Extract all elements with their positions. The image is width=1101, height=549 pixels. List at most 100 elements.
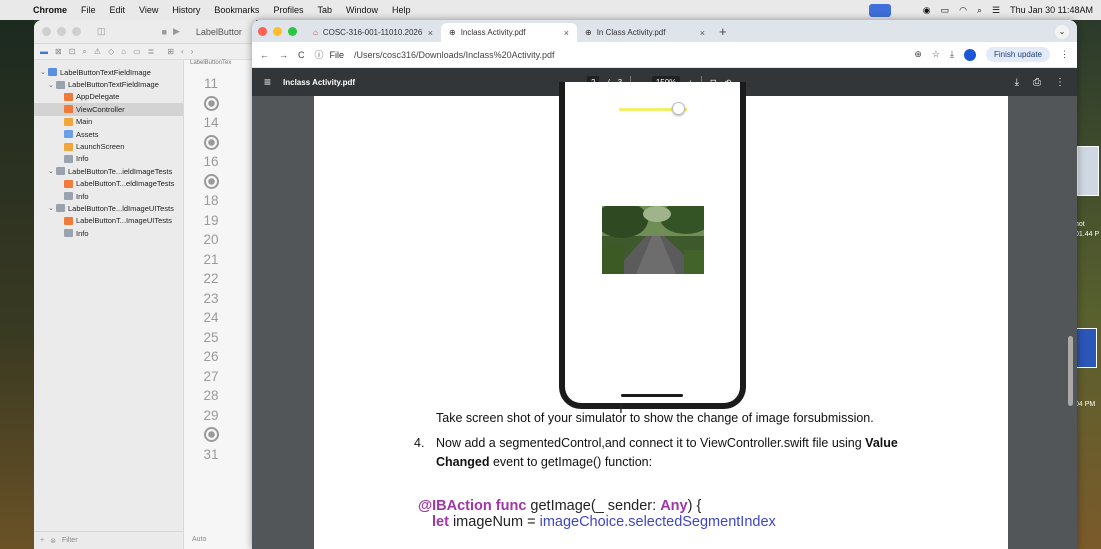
forward-icon[interactable]: → bbox=[279, 50, 288, 60]
menu-profiles[interactable]: Profiles bbox=[266, 5, 310, 15]
line-number: 27 bbox=[203, 368, 219, 384]
close-icon[interactable] bbox=[42, 27, 51, 36]
disclosure-chevron-icon[interactable]: ⌄ bbox=[48, 81, 56, 89]
disclosure-chevron-icon[interactable]: ⌄ bbox=[48, 167, 56, 175]
plist-file-icon bbox=[64, 154, 73, 163]
navigator-item[interactable]: ⌄ LabelButtonTe...ieldImageTests bbox=[34, 165, 183, 177]
hamburger-menu-icon[interactable]: ≡ bbox=[264, 75, 271, 89]
code-fn: getImage(_ sender: bbox=[526, 498, 661, 514]
debug-icon[interactable]: ⌂ bbox=[121, 47, 126, 56]
reload-icon[interactable]: C bbox=[298, 50, 305, 60]
menu-clock[interactable]: Thu Jan 30 11:48AM bbox=[1010, 5, 1093, 15]
navigator-item[interactable]: Info bbox=[34, 190, 183, 202]
breakpoints-icon[interactable]: ▭ bbox=[133, 47, 141, 56]
add-icon[interactable]: + bbox=[40, 537, 44, 544]
forward-icon[interactable]: › bbox=[191, 47, 194, 56]
pdf-viewport[interactable]: I Take screen shot of your simulator to … bbox=[252, 82, 1077, 549]
back-icon[interactable]: ← bbox=[260, 50, 269, 60]
control-center-icon[interactable]: ☰ bbox=[992, 5, 1000, 16]
grid-icon[interactable]: ⊞ bbox=[167, 47, 174, 56]
bookmark-star-icon[interactable]: ☆ bbox=[932, 49, 940, 60]
stop-icon[interactable]: ■ bbox=[162, 27, 167, 37]
menu-help[interactable]: Help bbox=[385, 5, 418, 15]
source-control-icon[interactable]: ⊠ bbox=[55, 47, 62, 56]
find-icon[interactable]: ⌕ bbox=[82, 47, 86, 57]
zoom-icon[interactable]: ⊕ bbox=[914, 49, 922, 60]
code-end: ) { bbox=[687, 498, 702, 514]
print-icon[interactable]: ⎙ bbox=[1033, 77, 1041, 88]
navigator-item[interactable]: ⌄ LabelButtonTe...ldImageUITests bbox=[34, 202, 183, 214]
editor-tab[interactable]: LabelButtonTex bbox=[184, 60, 256, 72]
tab-close-icon[interactable]: × bbox=[428, 28, 433, 38]
menu-tab[interactable]: Tab bbox=[310, 5, 339, 15]
symbols-icon[interactable]: ⊡ bbox=[69, 47, 76, 56]
finish-update-button[interactable]: Finish update bbox=[985, 47, 1050, 62]
close-icon[interactable] bbox=[258, 26, 267, 36]
battery-icon[interactable]: ▭ bbox=[941, 5, 950, 16]
download-icon[interactable]: ⤓ bbox=[950, 49, 954, 60]
navigator-item-label: Assets bbox=[76, 129, 99, 139]
pdf-scrollbar[interactable] bbox=[1068, 96, 1073, 549]
profile-avatar[interactable] bbox=[963, 48, 976, 61]
navigator-item[interactable]: ⌄ LabelButtonTextFieldImage bbox=[34, 78, 183, 90]
menu-bookmarks[interactable]: Bookmarks bbox=[207, 5, 266, 15]
desktop-file-thumbnail[interactable] bbox=[1077, 146, 1099, 196]
navigator-item[interactable]: AppDelegate bbox=[34, 91, 183, 103]
breakpoint-marker-icon bbox=[184, 174, 238, 192]
run-icon[interactable]: ▶ bbox=[173, 26, 180, 37]
new-tab-button[interactable]: + bbox=[713, 24, 735, 42]
tab-cosc[interactable]: ⌂ COSC-316-001-11010.20261 × bbox=[305, 23, 441, 42]
menu-history[interactable]: History bbox=[165, 5, 207, 15]
navigator-item-label: LabelButtonTextFieldImage bbox=[60, 67, 151, 77]
navigator-item[interactable]: LabelButtonT...ImageUITests bbox=[34, 215, 183, 227]
filter-input[interactable]: Filter bbox=[62, 537, 78, 544]
minimize-icon[interactable] bbox=[273, 26, 282, 36]
disclosure-chevron-icon[interactable]: ⌄ bbox=[40, 68, 48, 76]
more-menu-icon[interactable]: ⋮ bbox=[1060, 49, 1069, 60]
navigator-item[interactable]: ViewController bbox=[34, 103, 183, 116]
tab-close-icon[interactable]: × bbox=[700, 28, 705, 38]
pdf-doc-title: Inclass Activity.pdf bbox=[283, 77, 356, 87]
navigator-item[interactable]: Main bbox=[34, 116, 183, 128]
scrollbar-thumb[interactable] bbox=[1068, 336, 1073, 406]
step-text-bold: Value bbox=[865, 436, 898, 450]
xcode-scheme[interactable]: LabelButtor bbox=[196, 27, 242, 37]
tab-title: In Class Activity.pdf bbox=[596, 28, 666, 37]
navigator-item[interactable]: ⌄ LabelButtonTextFieldImage bbox=[34, 66, 183, 78]
navigator-item[interactable]: Assets bbox=[34, 128, 183, 140]
wifi-icon[interactable]: ◠ bbox=[959, 5, 967, 16]
screen-mirroring-icon[interactable] bbox=[868, 3, 891, 17]
reports-icon[interactable]: ≣ bbox=[148, 47, 155, 56]
zoom-icon[interactable] bbox=[72, 27, 81, 36]
back-icon[interactable]: ‹ bbox=[181, 47, 184, 56]
filter-icon[interactable]: ⊜ bbox=[50, 537, 56, 545]
menu-view[interactable]: View bbox=[132, 5, 165, 15]
tab-inclass-activity[interactable]: ⊕ Inclass Activity.pdf × bbox=[441, 23, 577, 42]
navigator-item[interactable]: LabelButtonT...eldImageTests bbox=[34, 178, 183, 190]
tests-icon[interactable]: ◇ bbox=[108, 47, 114, 56]
desktop-file-thumbnail[interactable] bbox=[1075, 328, 1097, 368]
navigator-toolbar: ▬ ⊠ ⊡ ⌕ ⚠ ◇ ⌂ ▭ ≣ ⊞ ‹ › bbox=[34, 44, 256, 60]
issues-icon[interactable]: ⚠ bbox=[94, 47, 101, 56]
tab-in-class-activity[interactable]: ⊕ In Class Activity.pdf × bbox=[577, 23, 713, 42]
navigator-item[interactable]: LaunchScreen bbox=[34, 140, 183, 152]
menu-edit[interactable]: Edit bbox=[103, 5, 133, 15]
sidebar-toggle-icon[interactable]: ◫ bbox=[97, 26, 106, 37]
minimize-icon[interactable] bbox=[57, 27, 66, 36]
download-icon[interactable]: ⤓ bbox=[1015, 77, 1019, 88]
editor-status-label: Auto bbox=[192, 536, 207, 543]
more-menu-icon[interactable]: ⋮ bbox=[1055, 77, 1065, 88]
menu-app[interactable]: Chrome bbox=[26, 5, 74, 15]
address-bar[interactable]: ⓘ File /Users/cosc316/Downloads/Inclass%… bbox=[315, 48, 905, 61]
user-icon[interactable]: ◉ bbox=[923, 5, 931, 16]
menu-window[interactable]: Window bbox=[339, 5, 385, 15]
tab-search-chevron-icon[interactable]: ⌄ bbox=[1055, 25, 1069, 39]
folder-icon[interactable]: ▬ bbox=[40, 47, 48, 56]
disclosure-chevron-icon[interactable]: ⌄ bbox=[48, 204, 56, 212]
search-icon[interactable]: ⌕ bbox=[977, 5, 982, 16]
menu-file[interactable]: File bbox=[74, 5, 103, 15]
tab-close-icon[interactable]: × bbox=[564, 28, 569, 38]
navigator-item[interactable]: Info bbox=[34, 227, 183, 239]
fullscreen-icon[interactable] bbox=[288, 26, 297, 36]
navigator-item[interactable]: Info bbox=[34, 153, 183, 165]
